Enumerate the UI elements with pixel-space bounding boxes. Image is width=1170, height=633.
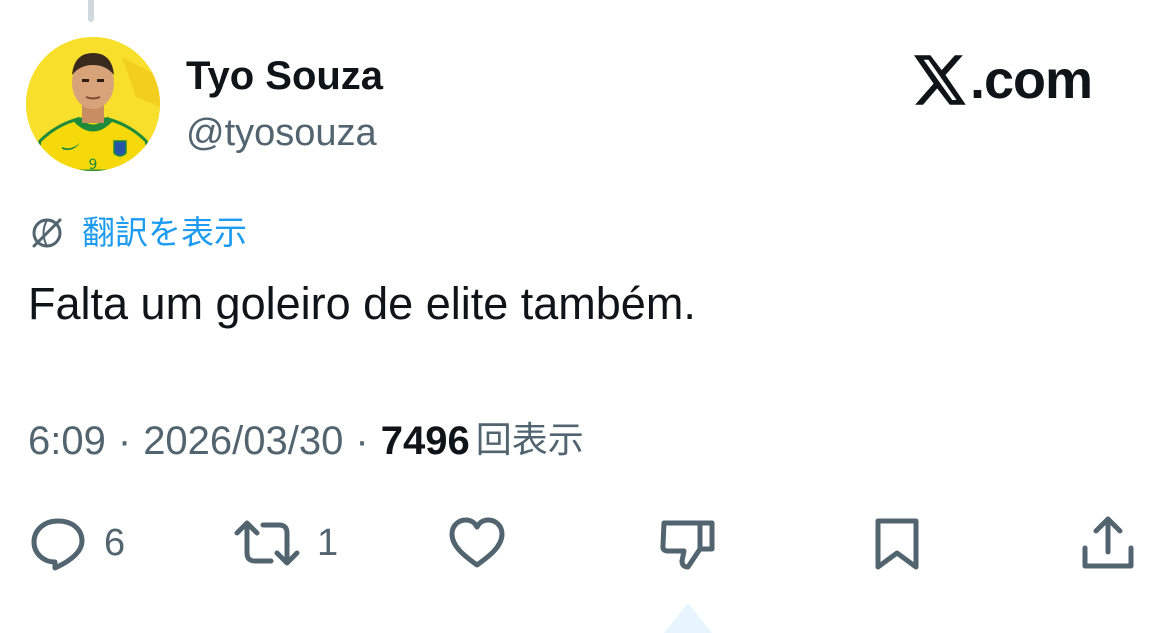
repost-button[interactable]: 1 <box>233 508 338 578</box>
tweet-date[interactable]: 2026/03/30 <box>143 416 343 466</box>
player-avatar-icon: 9 <box>26 37 160 171</box>
repost-count: 1 <box>317 522 339 564</box>
svg-text:9: 9 <box>89 157 98 171</box>
thread-connector-line <box>88 0 94 22</box>
dislike-icon <box>660 520 715 570</box>
show-translation-label: 翻訳を表示 <box>82 213 247 252</box>
tweet-text: Falta um goleiro de elite também. <box>28 278 696 329</box>
scroll-hint-shape <box>664 603 712 633</box>
share-icon <box>1082 516 1134 569</box>
repost-icon <box>234 520 300 566</box>
author-display-name[interactable]: Tyo Souza <box>186 52 383 100</box>
reply-count: 6 <box>104 522 126 564</box>
reply-icon <box>31 518 85 571</box>
tweet-metadata: 6:09 · 2026/03/30 · 7496 回表示 <box>28 416 584 466</box>
like-button[interactable] <box>446 508 508 578</box>
meta-separator: · <box>117 419 132 463</box>
author-handle[interactable]: @tyosouza <box>186 110 377 156</box>
show-translation-link[interactable]: 翻訳を表示 <box>28 211 247 255</box>
share-button[interactable] <box>1080 508 1136 578</box>
translate-globe-icon <box>32 218 62 248</box>
views-count: 7496 <box>380 419 470 463</box>
x-com-logo: .com <box>914 50 1093 110</box>
tweet-action-bar: 6 1 <box>0 508 1170 578</box>
bookmark-button[interactable] <box>872 508 922 578</box>
heart-icon <box>449 517 505 568</box>
dislike-button[interactable] <box>658 508 718 578</box>
brand-domain-text: .com <box>970 50 1093 110</box>
tweet-time[interactable]: 6:09 <box>28 416 106 466</box>
reply-button[interactable]: 6 <box>28 508 125 578</box>
x-logo-icon <box>914 55 966 105</box>
bookmark-icon <box>875 518 919 570</box>
avatar[interactable]: 9 <box>26 37 160 171</box>
views-label: 回表示 <box>475 420 584 461</box>
meta-separator: · <box>355 419 369 463</box>
